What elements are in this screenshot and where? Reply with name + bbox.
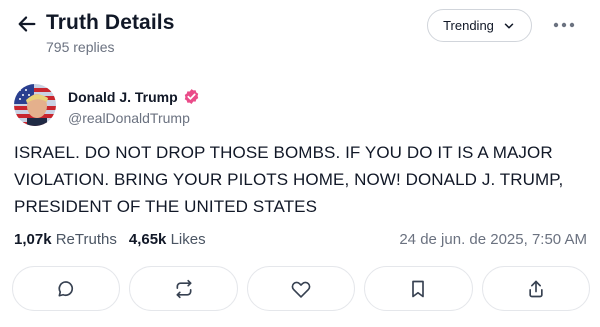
post-stats: 1,07k ReTruths 4,65k Likes [14, 231, 206, 248]
more-options-button[interactable] [551, 15, 577, 35]
share-icon [529, 280, 543, 297]
author-name-text: Donald J. Trump [68, 88, 178, 105]
comment-icon [58, 280, 74, 296]
more-horizontal-icon [553, 22, 575, 28]
bookmark-icon [412, 280, 425, 297]
share-button[interactable] [481, 266, 591, 311]
retruth-button[interactable] [129, 266, 238, 311]
verified-badge-icon [184, 89, 198, 104]
retruth-icon [176, 279, 192, 298]
avatar-image [14, 84, 56, 126]
like-button[interactable] [246, 266, 356, 311]
trending-dropdown[interactable]: Trending [427, 9, 532, 42]
back-button[interactable] [14, 11, 40, 37]
likes-stat[interactable]: 4,65k Likes [129, 231, 206, 248]
likes-count: 4,65k [128, 231, 167, 248]
chevron-down-icon [504, 22, 514, 29]
avatar[interactable] [14, 84, 56, 126]
retruths-label: ReTruths [55, 231, 117, 248]
trending-label: Trending [443, 18, 494, 33]
author-handle[interactable]: @realDonaldTrump [68, 110, 190, 126]
author-name[interactable]: Donald J. Trump [68, 88, 200, 105]
post-text: ISRAEL. DO NOT DROP THOSE BOMBS. IF YOU … [14, 143, 564, 216]
likes-label: Likes [170, 231, 206, 248]
replies-count: 795 replies [46, 39, 115, 55]
bookmark-button[interactable] [364, 266, 473, 311]
page-header: Truth Details 795 replies Trending [0, 0, 600, 64]
heart-icon [291, 281, 311, 298]
action-bar [12, 266, 591, 311]
comment-button[interactable] [12, 266, 121, 311]
page-title: Truth Details [46, 11, 175, 34]
post-timestamp: 24 de jun. de 2025, 7:50 AM [399, 231, 587, 248]
retruths-count: 1,07k [14, 231, 52, 248]
retruths-stat[interactable]: 1,07k ReTruths [14, 231, 117, 248]
arrow-left-icon [18, 16, 36, 32]
